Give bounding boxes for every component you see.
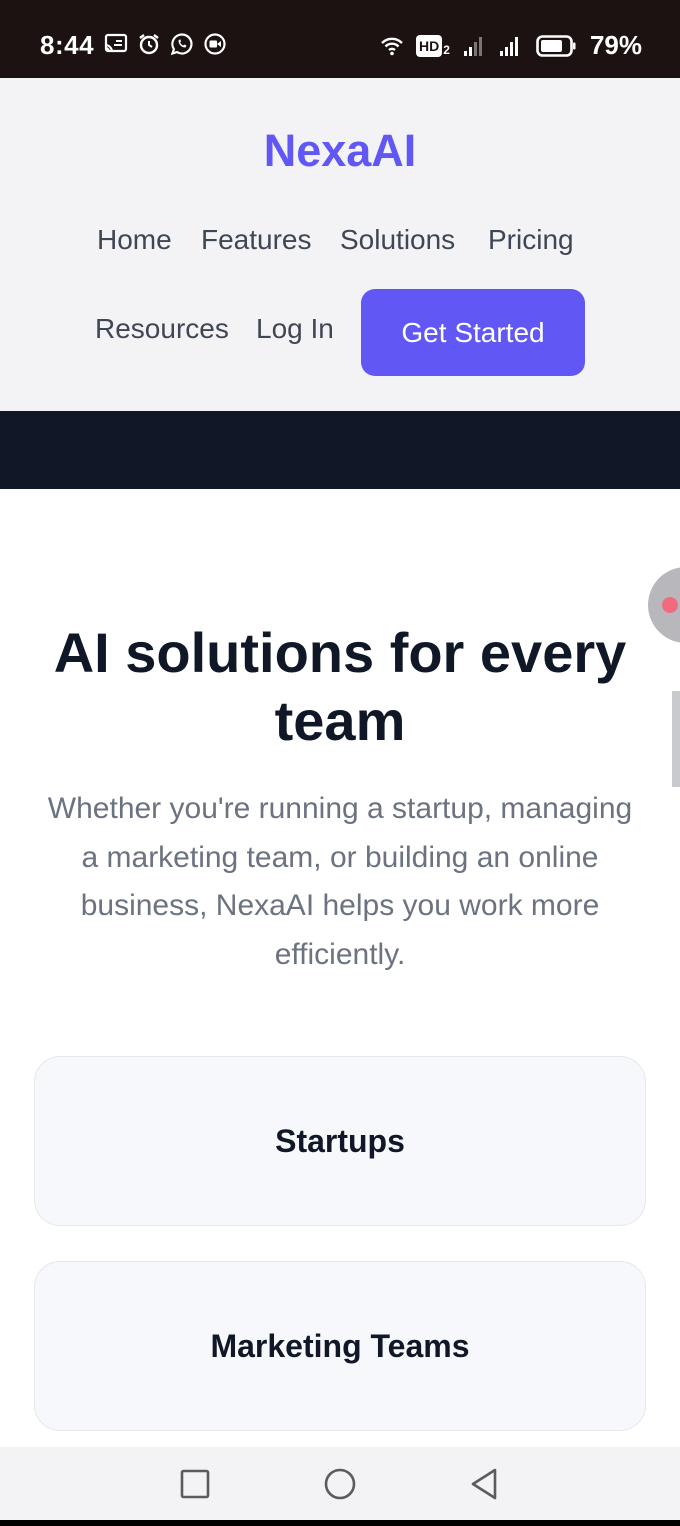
status-bar: 8:44 HD 2 79% (0, 0, 680, 78)
nav-features[interactable]: Features (201, 224, 312, 256)
circle-icon (324, 1468, 356, 1500)
video-record-icon (204, 33, 226, 55)
hd-voice-icon: HD 2 (416, 34, 450, 57)
home-button[interactable] (322, 1466, 358, 1502)
status-icons-right: HD 2 79% (380, 30, 642, 61)
recent-apps-button[interactable] (177, 1466, 213, 1502)
get-started-button[interactable]: Get Started (361, 289, 585, 376)
record-dot-icon (662, 597, 678, 613)
alarm-icon (139, 34, 159, 55)
brand-logo[interactable]: NexaAI (0, 125, 680, 177)
signal-icon (463, 36, 482, 56)
triangle-back-icon (471, 1468, 497, 1500)
signal-icon (499, 36, 518, 56)
hd-badge: HD (416, 34, 443, 57)
main-content: AI solutions for every team Whether you'… (0, 489, 680, 1447)
cast-icon (104, 33, 128, 53)
dark-banner (0, 411, 680, 489)
card-marketing-teams[interactable]: Marketing Teams (34, 1261, 646, 1431)
battery-percent: 79% (589, 30, 642, 60)
square-icon (180, 1469, 210, 1499)
card-title: Startups (275, 1122, 405, 1159)
status-icons-left (104, 32, 227, 56)
card-title: Marketing Teams (210, 1327, 470, 1364)
hero-title: AI solutions for every team (53, 621, 627, 752)
scrollbar-thumb[interactable] (672, 691, 680, 787)
battery-icon (536, 34, 576, 57)
whatsapp-icon (170, 33, 193, 56)
back-button[interactable] (466, 1466, 502, 1502)
hd-sub: 2 (443, 42, 450, 57)
nav-login[interactable]: Log In (256, 313, 334, 345)
nav-solutions[interactable]: Solutions (340, 224, 455, 256)
site-header: NexaAI Home Features Solutions Pricing R… (0, 78, 680, 411)
nav-home[interactable]: Home (97, 224, 172, 256)
nav-resources[interactable]: Resources (95, 313, 229, 345)
status-time: 8:44 (40, 30, 95, 60)
card-startups[interactable]: Startups (34, 1056, 646, 1226)
nav-pricing[interactable]: Pricing (488, 224, 574, 256)
wifi-icon (381, 37, 403, 55)
system-nav-bar (0, 1447, 680, 1520)
hero-subtitle: Whether you're running a startup, managi… (47, 792, 633, 971)
